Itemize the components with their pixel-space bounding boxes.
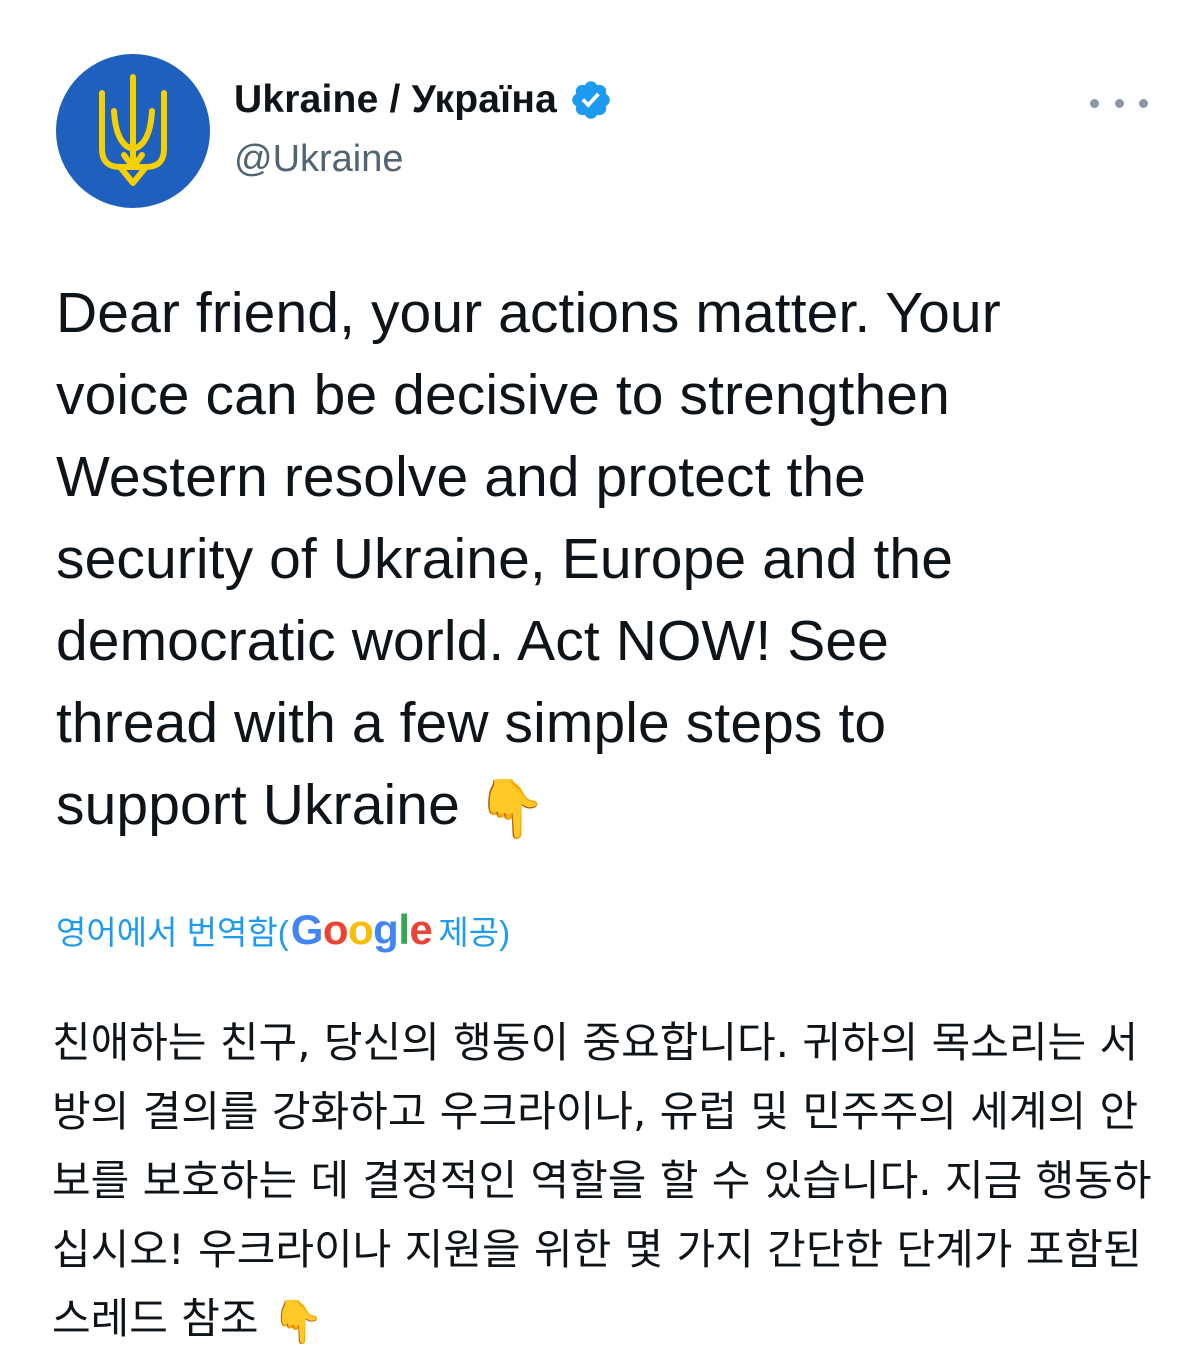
translation-label-after: 제공) [438,914,511,951]
account-handle[interactable]: @Ukraine [234,138,404,181]
google-logo: Google [290,906,433,953]
tweet-text: Dear friend, your actions matter. Your v… [56,272,1156,850]
tweet-card: Ukraine / Україна @Ukraine Dear friend, … [0,0,1200,1346]
tweet-text-body: Dear friend, your actions matter. Your v… [56,281,1001,837]
trident-coat-of-arms-icon [99,74,167,186]
more-horizontal-icon [1090,98,1099,108]
translated-tweet-text: 친애하는 친구, 당신의 행동이 중요합니다. 귀하의 목소리는 서 방의 결의… [52,1008,1162,1356]
translated-text-body: 친애하는 친구, 당신의 행동이 중요합니다. 귀하의 목소리는 서 방의 결의… [52,1018,1152,1343]
more-options-button[interactable] [1090,88,1148,118]
pointing-down-emoji: 👇 [475,776,547,841]
verified-badge-icon [572,81,610,119]
display-name[interactable]: Ukraine / Україна [234,78,557,122]
translation-attribution-link[interactable]: 영어에서 번역함(Google 제공) [56,906,510,954]
translation-label-before: 영어에서 번역함( [56,914,289,951]
avatar[interactable] [56,54,210,208]
name-row: Ukraine / Україна [234,78,613,122]
pointing-down-emoji-translated: 👇 [271,1297,325,1346]
